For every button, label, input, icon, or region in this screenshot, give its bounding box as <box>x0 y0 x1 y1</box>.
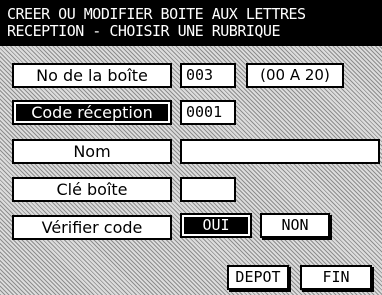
header-line-2: RECEPTION - CHOISIR UNE RUBRIQUE <box>7 22 280 40</box>
screen-header: CREER OU MODIFIER BOITE AUX LETTRES RECE… <box>0 0 382 46</box>
verify-no-button[interactable]: NON <box>260 213 330 238</box>
box-number-range: (00 A 20) <box>246 63 344 88</box>
box-number-button[interactable]: No de la boîte <box>12 63 172 88</box>
name-field[interactable] <box>180 139 380 164</box>
verify-code-label: Vérifier code <box>12 215 172 240</box>
depot-button[interactable]: DEPOT <box>227 265 289 290</box>
box-number-field[interactable]: 003 <box>180 63 236 88</box>
reception-code-field[interactable]: 0001 <box>180 100 236 125</box>
box-key-field[interactable] <box>180 177 236 202</box>
verify-yes-button[interactable]: OUI <box>180 213 252 238</box>
fin-button[interactable]: FIN <box>300 265 372 290</box>
box-key-button[interactable]: Clé boîte <box>12 177 172 202</box>
reception-code-button[interactable]: Code réception <box>12 100 172 125</box>
header-line-1: CREER OU MODIFIER BOITE AUX LETTRES <box>7 5 306 23</box>
name-button[interactable]: Nom <box>12 139 172 164</box>
